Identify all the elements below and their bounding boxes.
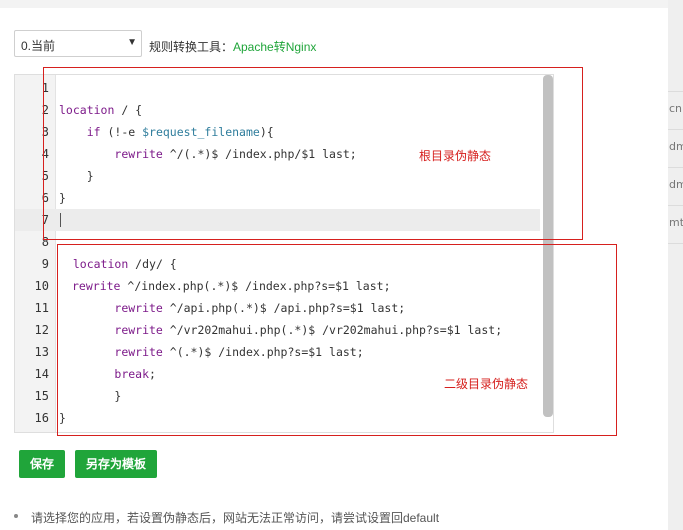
line-number: 9 bbox=[41, 257, 49, 271]
divider bbox=[668, 129, 683, 130]
annotation-box-subdir bbox=[57, 244, 617, 436]
apache-to-nginx-link[interactable]: Apache转Nginx bbox=[233, 38, 316, 55]
line-number: 12 bbox=[34, 323, 49, 337]
save-as-template-button[interactable]: 另存为模板 bbox=[75, 450, 157, 478]
background-text-fragment: dm bbox=[669, 178, 683, 191]
line-number: 16 bbox=[34, 411, 49, 425]
rewrite-settings-dialog: 0.当前 ▼ 规则转换工具： Apache转Nginx 1 2 location /… bbox=[0, 0, 668, 530]
select-value: 0.当前 bbox=[21, 39, 56, 53]
divider bbox=[668, 205, 683, 206]
line-number: 10 bbox=[34, 279, 49, 293]
background-text-fragment: cn bbox=[669, 102, 683, 115]
background-panel bbox=[668, 0, 683, 530]
annotation-root-label: 根目录伪静态 bbox=[419, 149, 492, 163]
background-text-fragment: mt bbox=[669, 216, 683, 229]
divider bbox=[668, 91, 683, 92]
rewrite-template-select[interactable]: 0.当前 ▼ bbox=[14, 30, 142, 57]
tool-label: 规则转换工具： bbox=[149, 40, 234, 54]
line-number: 11 bbox=[34, 301, 49, 315]
caret-down-icon: ▼ bbox=[127, 37, 137, 48]
divider bbox=[668, 243, 683, 244]
divider bbox=[668, 167, 683, 168]
annotation-box-root bbox=[43, 67, 583, 240]
tip-bullet bbox=[14, 514, 18, 518]
tip-text: 请选择您的应用，若设置伪静态后，网站无法正常访问，请尝试设置回default bbox=[31, 511, 440, 525]
save-button[interactable]: 保存 bbox=[19, 450, 65, 478]
dialog-top-strip bbox=[0, 0, 668, 8]
background-text-fragment: dm bbox=[669, 140, 683, 153]
line-number: 15 bbox=[34, 389, 49, 403]
line-number: 13 bbox=[34, 345, 49, 359]
annotation-subdir-label: 二级目录伪静态 bbox=[444, 377, 529, 391]
line-number: 14 bbox=[34, 367, 49, 381]
